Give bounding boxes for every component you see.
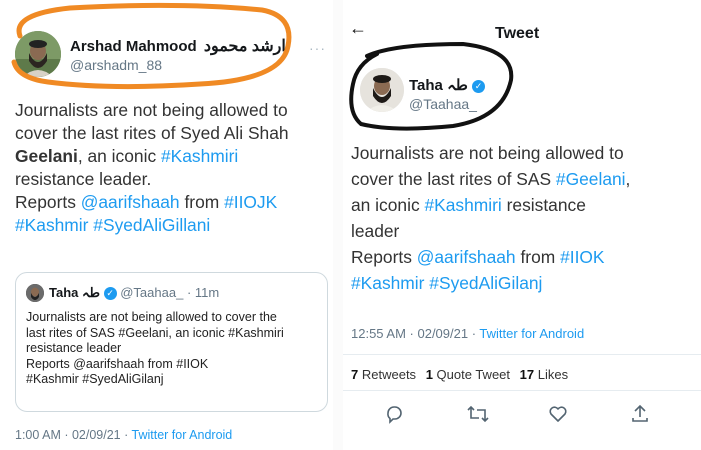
tweet-timestamp[interactable]: 12:55 AM · 02/09/21 · bbox=[351, 326, 479, 341]
tweet-source-link[interactable]: Twitter for Android bbox=[132, 428, 233, 442]
likes-count: 17 bbox=[519, 367, 535, 382]
quote-line: #Kashmir #SyedAliGilanj bbox=[26, 372, 164, 386]
tweet-text: Journalists are not being allowed to cov… bbox=[351, 140, 691, 296]
divider bbox=[343, 390, 701, 391]
tweet-line: Reports @aarifshaah from #IIOK bbox=[351, 244, 691, 270]
hashtag-link[interactable]: #Kashmir bbox=[351, 273, 424, 293]
quote-avatar bbox=[26, 284, 44, 302]
tweet-meta: 12:55 AM · 02/09/21 · Twitter for Androi… bbox=[351, 326, 584, 341]
hashtag-link[interactable]: #IIOJK bbox=[224, 192, 277, 212]
quote-author-handle: @Taahaa_ bbox=[120, 285, 184, 300]
tweet-line: cover the last rites of Syed Ali Shah bbox=[15, 123, 289, 143]
quote-header: Taha طہ ✓ @Taahaa_ · 11m bbox=[49, 285, 219, 301]
tweet-source-link[interactable]: Twitter for Android bbox=[479, 326, 584, 341]
quote-author-name-urdu: طہ bbox=[82, 285, 100, 300]
hashtag-link[interactable]: #Kashmiri bbox=[161, 146, 238, 166]
text: Reports bbox=[15, 192, 81, 212]
text: from bbox=[515, 247, 561, 267]
reply-icon[interactable] bbox=[384, 404, 404, 424]
tweet-line: leader bbox=[351, 221, 400, 241]
avatar-photo bbox=[26, 284, 44, 302]
tweet-line: #Kashmir #SyedAliGilanj bbox=[351, 270, 691, 296]
hashtag-link[interactable]: #IIOK bbox=[560, 247, 604, 267]
bold-text: Geelani bbox=[15, 146, 78, 166]
quote-author-name: Taha bbox=[49, 285, 79, 300]
text: cover the last rites of SAS bbox=[351, 169, 556, 189]
tweet-line: Journalists are not being allowed to bbox=[15, 100, 288, 120]
text: an iconic bbox=[351, 195, 425, 215]
quote-text: Journalists are not being allowed to cov… bbox=[26, 310, 321, 388]
tweet-meta: 1:00 AM · 02/09/21 · Twitter for Android bbox=[15, 428, 232, 442]
retweets-stat[interactable]: 7 Retweets bbox=[351, 367, 416, 382]
likes-stat[interactable]: 17 Likes bbox=[520, 367, 568, 382]
orange-annotation-circle bbox=[11, 2, 292, 90]
retweet-icon[interactable] bbox=[467, 404, 489, 424]
left-tweet-screenshot: Arshad Mahmood ارشد محمود @arshadm_88 ··… bbox=[0, 0, 333, 450]
hashtag-link[interactable]: #SyedAliGillani bbox=[93, 215, 210, 235]
like-icon[interactable] bbox=[548, 404, 568, 424]
quote-line: Journalists are not being allowed to cov… bbox=[26, 310, 277, 324]
mention-link[interactable]: @aarifshaah bbox=[81, 192, 180, 212]
right-tweet-screenshot: ← Tweet Taha طہ ✓ @Taahaa_ Journalists a… bbox=[343, 0, 701, 450]
tweet-line: cover the last rites of SAS #Geelani, bbox=[351, 166, 691, 192]
likes-label: Likes bbox=[537, 367, 569, 382]
hashtag-link[interactable]: #Kashmir bbox=[15, 215, 88, 235]
divider bbox=[343, 354, 701, 355]
tweet-stats: 7 Retweets 1 Quote Tweet 17 Likes bbox=[351, 367, 568, 382]
retweets-count: 7 bbox=[351, 367, 359, 382]
quote-line: Reports @aarifshaah from #IIOK bbox=[26, 356, 209, 371]
quote-line: resistance leader bbox=[26, 341, 122, 355]
hashtag-link[interactable]: #Geelani bbox=[556, 169, 626, 189]
text: , bbox=[625, 169, 631, 189]
share-icon[interactable] bbox=[630, 403, 650, 424]
tweet-line: Reports @aarifshaah from #IIOJK bbox=[15, 191, 331, 214]
mention-link[interactable]: @aarifshaah bbox=[417, 247, 516, 267]
tweet-timestamp[interactable]: 1:00 AM · 02/09/21 · bbox=[15, 428, 132, 442]
tweet-line: Geelani, an iconic #Kashmiri bbox=[15, 145, 331, 168]
text: Reports bbox=[351, 247, 417, 267]
hashtag-link[interactable]: #SyedAliGilanj bbox=[429, 273, 542, 293]
text: resistance bbox=[501, 195, 586, 215]
quote-timestamp: · 11m bbox=[186, 285, 220, 300]
tweet-line: an iconic #Kashmiri resistance bbox=[351, 192, 691, 218]
text: , an iconic bbox=[77, 146, 161, 166]
quote-line: last rites of SAS #Geelani, an iconic #K… bbox=[26, 325, 284, 340]
tweet-text: Journalists are not being allowed to cov… bbox=[15, 99, 331, 237]
text: from bbox=[179, 192, 225, 212]
quotes-stat[interactable]: 1 Quote Tweet bbox=[426, 367, 510, 382]
tweet-line: resistance leader. bbox=[15, 169, 152, 189]
retweets-label: Retweets bbox=[361, 367, 417, 382]
verified-badge-icon: ✓ bbox=[103, 287, 117, 300]
quoted-tweet[interactable]: Taha طہ ✓ @Taahaa_ · 11m Journalists are… bbox=[15, 272, 328, 412]
quotes-label: Quote Tweet bbox=[436, 367, 511, 382]
tweet-line: #Kashmir #SyedAliGillani bbox=[15, 214, 331, 237]
black-annotation-circle bbox=[349, 41, 514, 131]
hashtag-link[interactable]: #Kashmiri bbox=[424, 195, 501, 215]
quotes-count: 1 bbox=[425, 367, 433, 382]
